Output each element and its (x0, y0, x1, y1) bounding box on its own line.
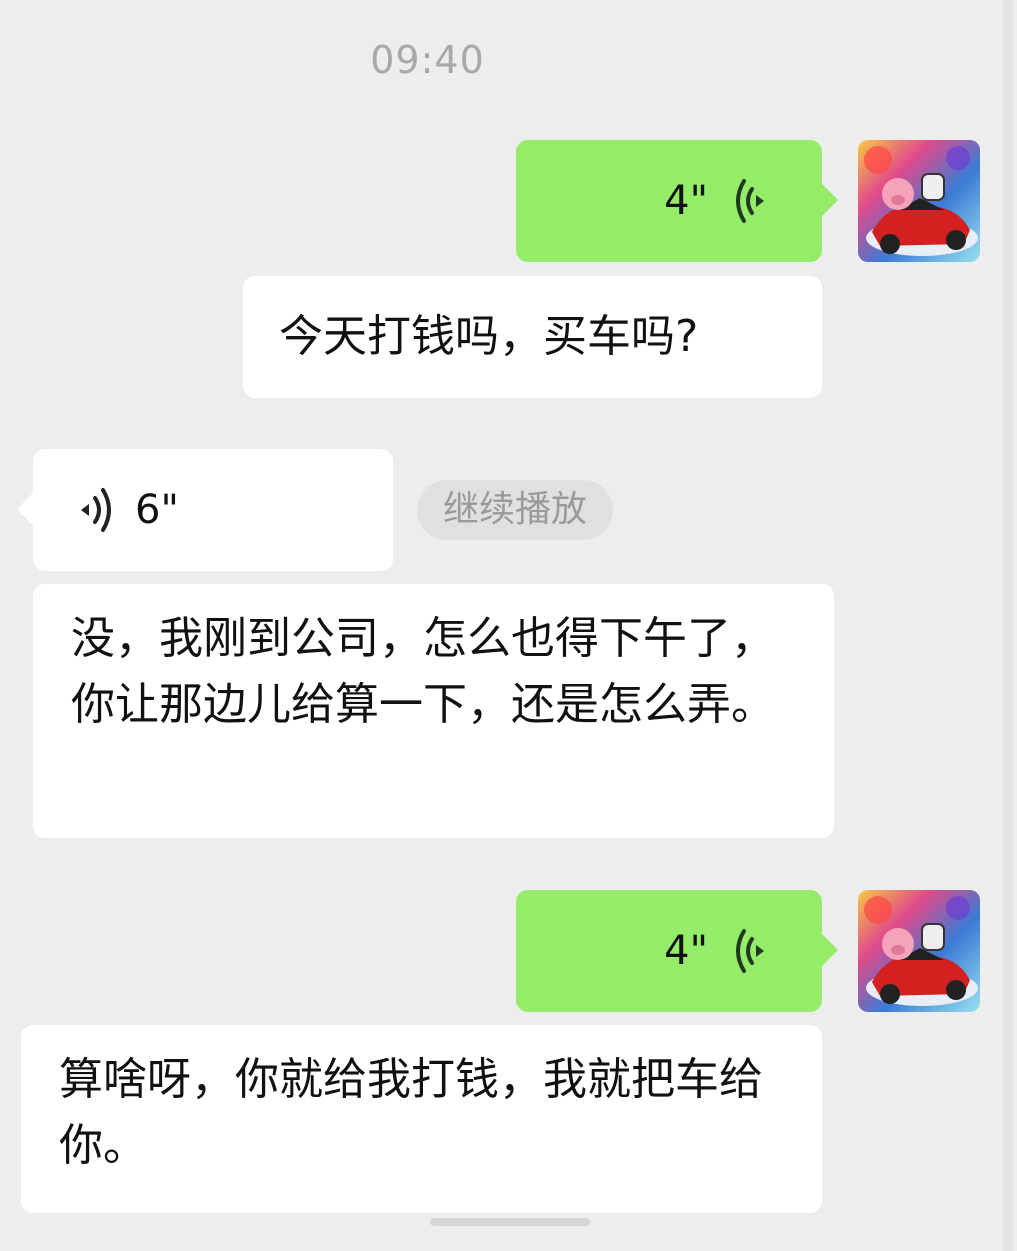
message-text: 算啥呀，你就给我打钱，我就把车给你。 (59, 1054, 763, 1171)
pig-car-avatar (858, 140, 980, 262)
home-indicator[interactable] (430, 1218, 590, 1226)
user-avatar[interactable] (858, 140, 980, 262)
pig-car-avatar (858, 890, 980, 1012)
incoming-voice-message[interactable]: 6" (17, 449, 393, 571)
message-text: 今天打钱吗，买车吗? (279, 311, 699, 362)
voice-duration: 4" (664, 178, 708, 224)
outgoing-text-message[interactable]: 今天打钱吗，买车吗? (243, 276, 822, 398)
voice-wave-icon (736, 929, 764, 973)
continue-play-button[interactable]: 继续播放 (417, 480, 614, 540)
incoming-text-message[interactable]: 没，我刚到公司，怎么也得下午了，你让那边儿给算一下，还是怎么弄。 (33, 584, 834, 838)
outgoing-voice-message[interactable]: 4" (516, 140, 838, 262)
voice-duration: 6" (135, 487, 179, 533)
user-avatar[interactable] (858, 890, 980, 1012)
scrollbar[interactable] (1003, 0, 1013, 1251)
voice-duration: 4" (664, 928, 708, 974)
chat-timestamp: 09:40 (370, 38, 485, 82)
voice-wave-icon (81, 488, 111, 532)
voice-wave-icon (736, 179, 764, 223)
message-text: 没，我刚到公司，怎么也得下午了，你让那边儿给算一下，还是怎么弄。 (71, 613, 775, 730)
outgoing-voice-message[interactable]: 4" (516, 890, 838, 1012)
incoming-text-message[interactable]: 算啥呀，你就给我打钱，我就把车给你。 (21, 1025, 822, 1213)
